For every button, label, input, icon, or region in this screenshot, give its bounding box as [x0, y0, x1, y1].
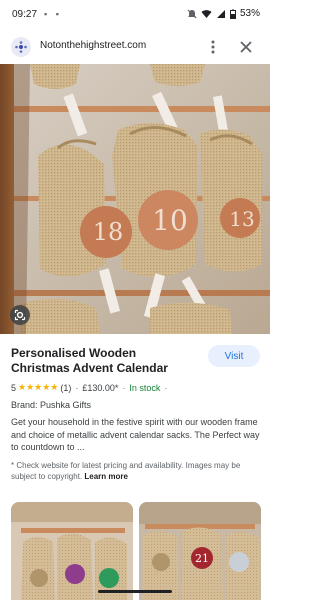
star-rating-icon: ★★★★★: [18, 382, 59, 392]
close-icon[interactable]: [237, 38, 255, 56]
thumbnail-image[interactable]: [11, 502, 133, 600]
price: £130.00*: [82, 382, 119, 393]
related-images: 21: [11, 502, 270, 600]
thumbnail-image[interactable]: 21: [139, 502, 261, 600]
wifi-icon: [201, 9, 212, 19]
learn-more-link[interactable]: Learn more: [84, 472, 128, 481]
price-disclaimer: * Check website for latest pricing and a…: [11, 460, 263, 482]
status-bar: 09:27 ▪ ▪ 53%: [0, 0, 270, 30]
sack-number-3: 13: [229, 207, 254, 231]
more-options-icon[interactable]: [205, 38, 221, 56]
brand-label: Brand: Pushka Gifts: [11, 400, 92, 410]
rating-price-row: 5 ★★★★★ (1) · £130.00* · In stock ·: [11, 382, 171, 393]
url-bar: Notonthehighstreet.com: [0, 30, 270, 64]
rating-value: 5: [11, 382, 17, 393]
visit-button[interactable]: Visit: [208, 345, 260, 367]
review-count[interactable]: (1): [60, 383, 71, 393]
product-description: Get your household in the festive spirit…: [11, 417, 260, 452]
status-right-cluster: 53%: [187, 8, 260, 19]
lens-search-icon[interactable]: [10, 305, 30, 325]
site-favicon-icon: [11, 37, 31, 57]
product-title: Personalised Wooden Christmas Advent Cal…: [11, 346, 168, 375]
product-image[interactable]: 18 10 13: [0, 64, 270, 334]
separator-dot: ·: [75, 382, 79, 393]
notification-icons: ▪ ▪: [44, 9, 62, 19]
home-indicator[interactable]: [98, 590, 172, 593]
separator-dot: ·: [122, 382, 126, 393]
mute-icon: [187, 9, 197, 19]
battery-icon: [229, 9, 236, 19]
battery-percent: 53%: [239, 8, 260, 19]
signal-icon: [216, 9, 226, 19]
site-title[interactable]: Notonthehighstreet.com: [40, 40, 146, 51]
sack-number-1: 18: [93, 218, 124, 246]
separator-dot: ·: [164, 382, 168, 393]
availability-status: In stock: [129, 382, 161, 393]
thumbnail-sack-number: 21: [195, 552, 209, 565]
status-time: 09:27: [12, 9, 38, 20]
sack-number-2: 10: [152, 204, 188, 237]
